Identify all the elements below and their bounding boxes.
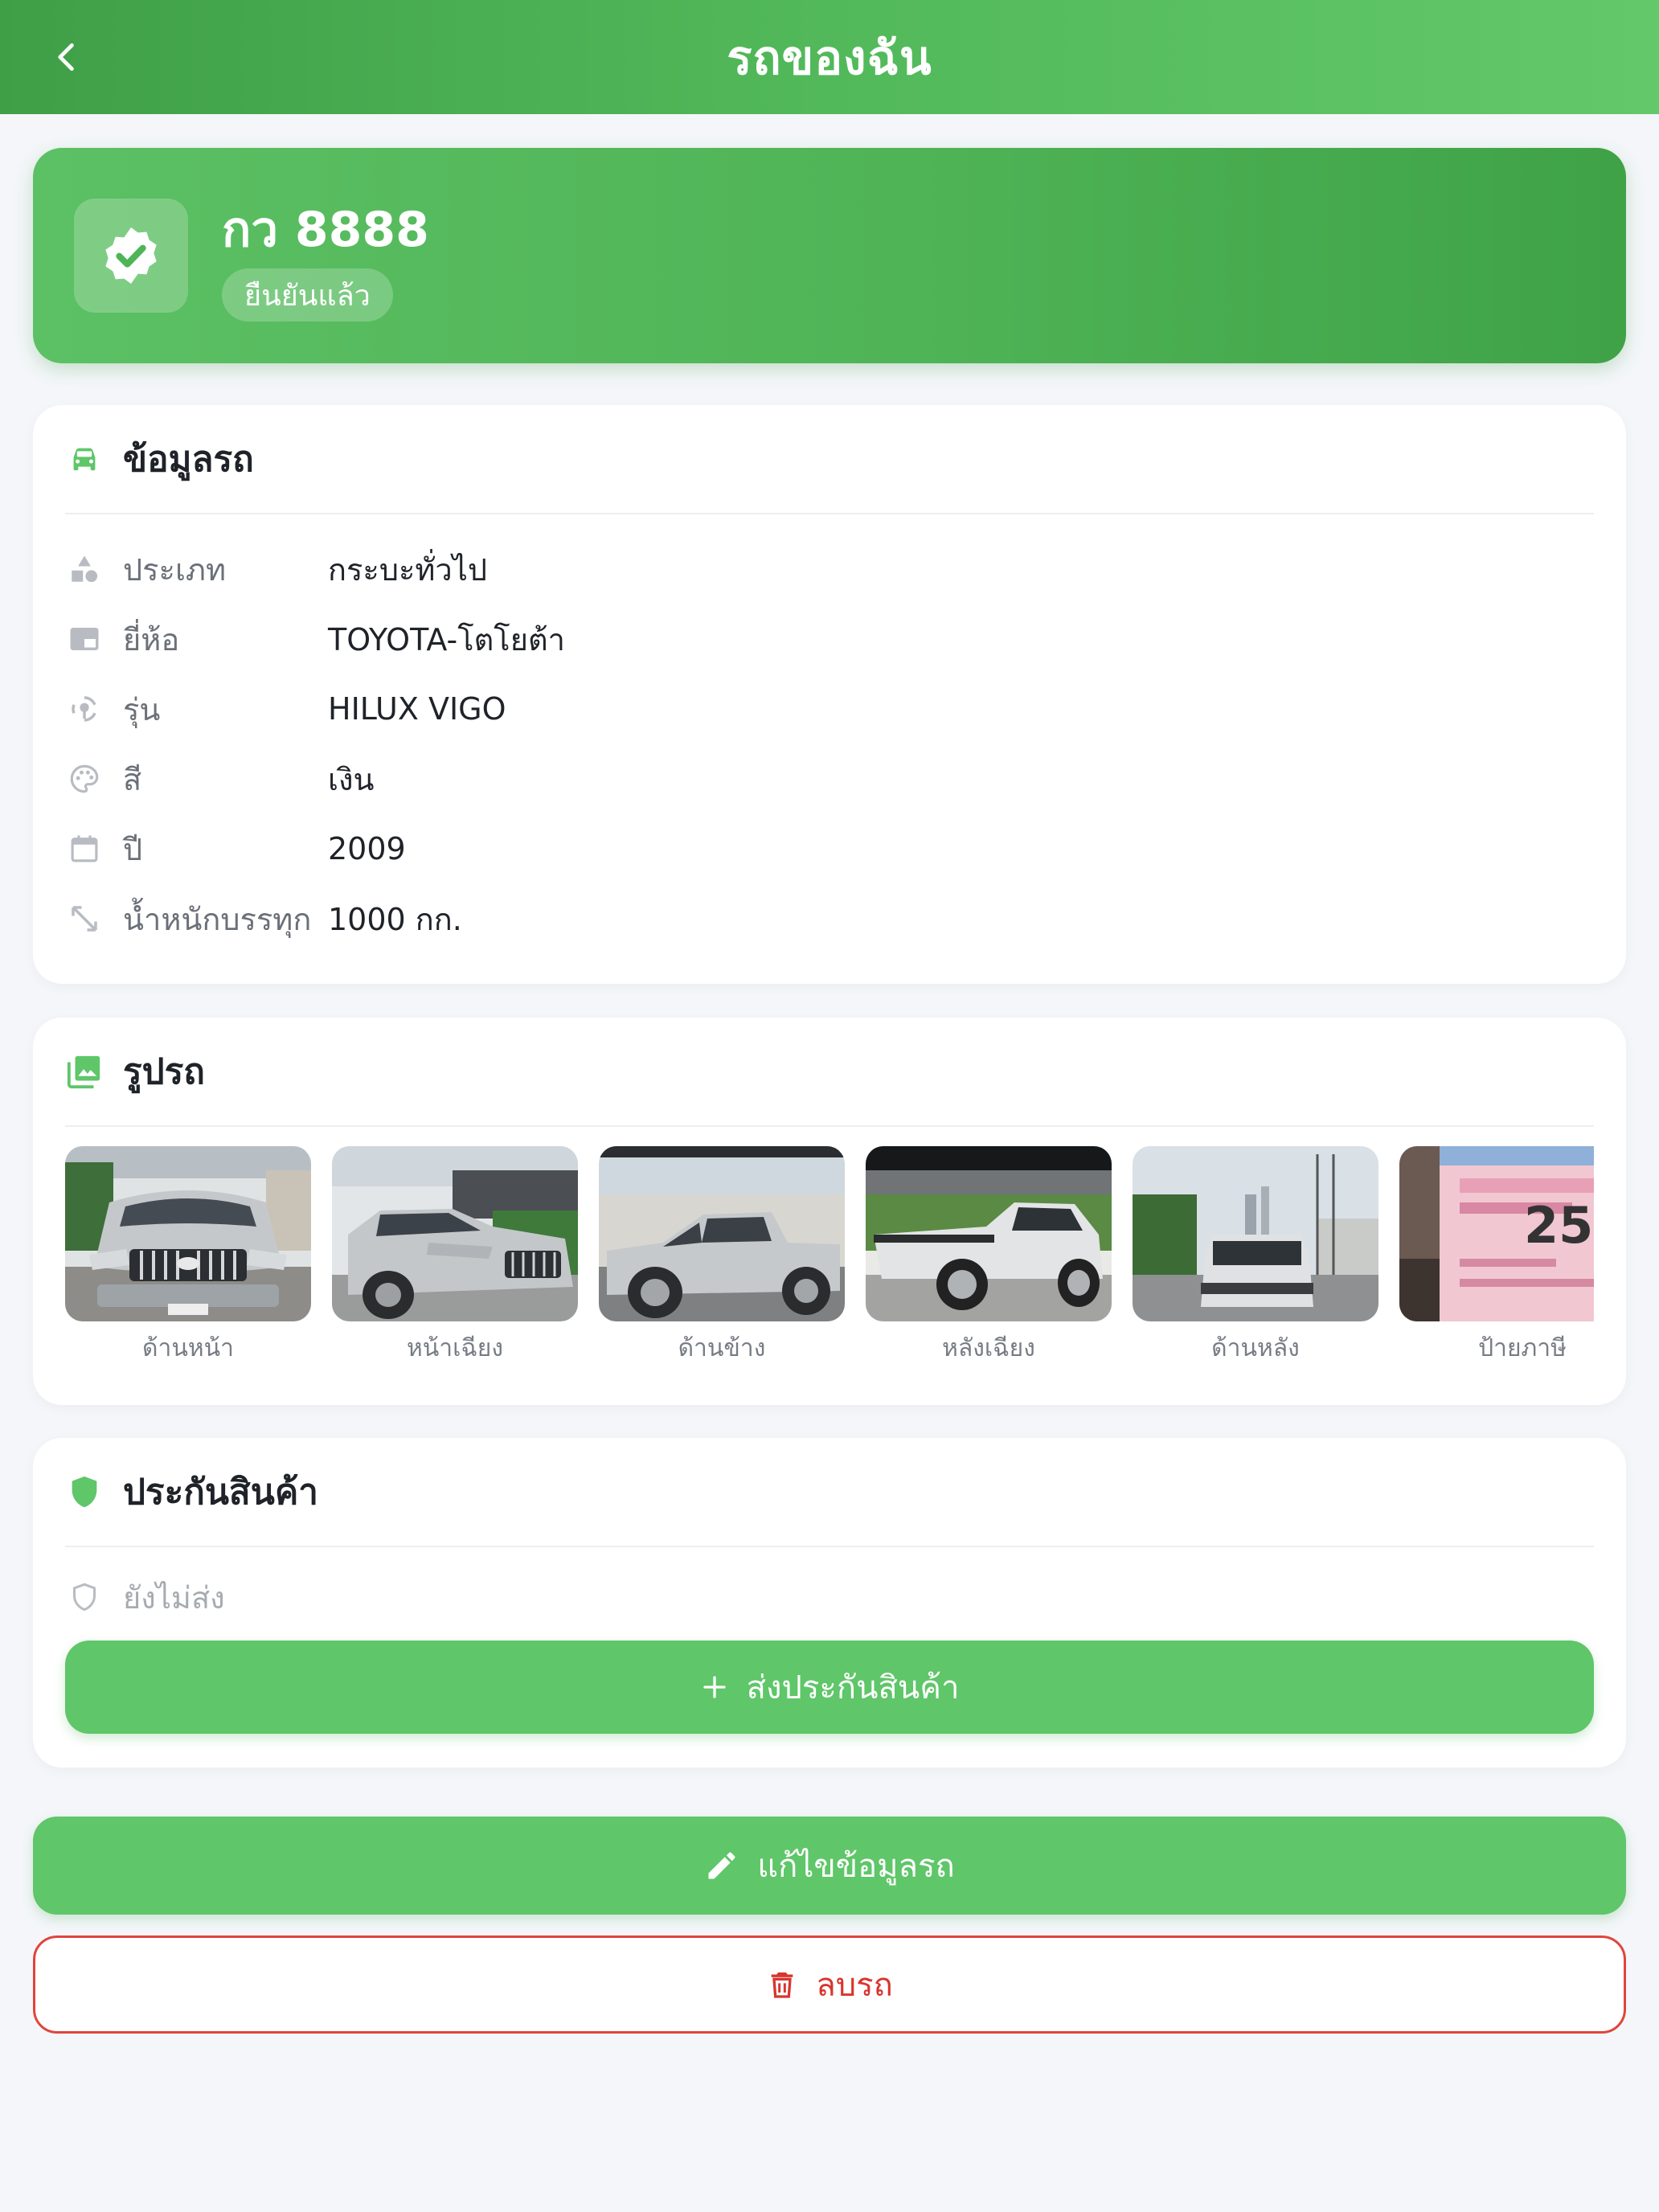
trash-icon bbox=[771, 1972, 793, 1998]
photo-side[interactable]: ด้านข้าง bbox=[599, 1146, 845, 1363]
verified-badge bbox=[74, 199, 188, 313]
info-row-model: รุ่น HILUX VIGO bbox=[65, 677, 506, 741]
car-icon bbox=[73, 448, 96, 471]
info-label: น้ำหนักบรรทุก bbox=[123, 901, 312, 937]
vehicle-photos-card: รูปรถ ด้านหน้า หน้าเฉียง ด้านข้าง หลังเฉ… bbox=[33, 1018, 1626, 1405]
photo-caption: หลังเฉียง bbox=[942, 1334, 1035, 1362]
info-label: ปี bbox=[123, 831, 143, 867]
photo-caption: ป้ายภาษี bbox=[1478, 1334, 1567, 1362]
info-label: สี bbox=[123, 761, 142, 797]
calendar-icon bbox=[71, 835, 98, 862]
svg-text:257: 257 bbox=[1524, 1196, 1594, 1255]
license-plate: กว 8888 bbox=[222, 202, 429, 258]
info-label: รุ่น bbox=[123, 691, 161, 727]
info-row-color: สี เงิน bbox=[65, 747, 375, 811]
photo-strip[interactable]: ด้านหน้า หน้าเฉียง ด้านข้าง หลังเฉียง ด้… bbox=[65, 1146, 1594, 1363]
info-value: 2009 bbox=[328, 831, 406, 866]
vehicle-photo-rear-oblique bbox=[866, 1146, 1112, 1321]
submit-insurance-label: ส่งประกันสินค้า bbox=[746, 1669, 960, 1706]
app-bar: รถของฉัน bbox=[0, 0, 1659, 114]
photo-library-icon bbox=[67, 1055, 100, 1089]
insurance-status-row: ยังไม่ส่ง bbox=[65, 1565, 225, 1629]
photo-front[interactable]: ด้านหน้า bbox=[65, 1146, 311, 1363]
photo-rear[interactable]: ด้านหลัง bbox=[1133, 1146, 1378, 1363]
vehicle-summary-card: กว 8888 ยืนยันแล้ว bbox=[33, 148, 1626, 363]
info-row-capacity: น้ำหนักบรรทุก 1000 กก. bbox=[65, 887, 462, 951]
edit-vehicle-button[interactable]: แก้ไขข้อมูลรถ bbox=[33, 1817, 1626, 1915]
weight-icon bbox=[72, 906, 97, 932]
info-value: HILUX VIGO bbox=[328, 691, 506, 727]
card-header: ข้อมูลรถ bbox=[65, 405, 1594, 514]
card-header: ประกันสินค้า bbox=[65, 1438, 1594, 1547]
vehicle-photo-side bbox=[599, 1146, 845, 1321]
card-title: ประกันสินค้า bbox=[123, 1472, 318, 1513]
vehicle-photo-front bbox=[65, 1146, 311, 1321]
photo-front-oblique[interactable]: หน้าเฉียง bbox=[332, 1146, 578, 1363]
info-value: กระบะทั่วไป bbox=[328, 551, 487, 588]
vehicle-photo-front-oblique bbox=[332, 1146, 578, 1321]
info-row-year: ปี 2009 bbox=[65, 817, 406, 881]
chevron-left-icon bbox=[58, 43, 74, 72]
brand-icon bbox=[70, 628, 99, 650]
insurance-card: ประกันสินค้า ยังไม่ส่ง ส่งประกันสินค้า bbox=[33, 1438, 1626, 1768]
category-icon bbox=[72, 555, 98, 583]
page-title: รถของฉัน bbox=[727, 30, 932, 85]
pencil-icon bbox=[708, 1852, 735, 1879]
delete-vehicle-button[interactable]: ลบรถ bbox=[33, 1936, 1626, 2034]
delete-vehicle-label: ลบรถ bbox=[816, 1967, 893, 2004]
submit-insurance-button[interactable]: ส่งประกันสินค้า bbox=[65, 1641, 1594, 1734]
model-icon bbox=[72, 696, 96, 722]
card-title: ข้อมูลรถ bbox=[123, 439, 254, 480]
vehicle-photo-tax-sticker: 257 bbox=[1399, 1146, 1594, 1321]
card-header: รูปรถ bbox=[65, 1018, 1594, 1127]
status-badge: ยืนยันแล้ว bbox=[222, 268, 393, 322]
photo-caption: ด้านหน้า bbox=[142, 1334, 234, 1362]
info-row-type: ประเภท กระบะทั่วไป bbox=[65, 537, 487, 601]
info-value: เงิน bbox=[328, 761, 375, 797]
verified-badge-icon bbox=[105, 227, 157, 284]
shield-icon bbox=[72, 1476, 97, 1508]
back-button[interactable] bbox=[39, 29, 95, 85]
photo-rear-oblique[interactable]: หลังเฉียง bbox=[866, 1146, 1112, 1363]
vehicle-photo-rear bbox=[1133, 1146, 1378, 1321]
info-value: 1000 กก. bbox=[328, 901, 462, 937]
info-row-brand: ยี่ห้อ TOYOTA-โตโยต้า bbox=[65, 607, 565, 671]
info-label: ยี่ห้อ bbox=[123, 621, 180, 657]
insurance-status: ยังไม่ส่ง bbox=[123, 1579, 225, 1616]
photo-caption: ด้านข้าง bbox=[678, 1334, 766, 1362]
photo-caption: หน้าเฉียง bbox=[406, 1334, 504, 1362]
card-title: รูปรถ bbox=[123, 1051, 205, 1092]
info-value: TOYOTA-โตโยต้า bbox=[328, 621, 566, 657]
palette-icon bbox=[70, 764, 99, 793]
photo-caption: ด้านหลัง bbox=[1211, 1334, 1300, 1362]
shield-outline-icon bbox=[73, 1583, 96, 1612]
plus-icon bbox=[703, 1676, 726, 1698]
edit-vehicle-label: แก้ไขข้อมูลรถ bbox=[757, 1848, 955, 1885]
info-label: ประเภท bbox=[123, 551, 227, 588]
photo-tax-sticker[interactable]: 257 ป้ายภาษี bbox=[1399, 1146, 1594, 1363]
vehicle-info-card: ข้อมูลรถ ประเภท กระบะทั่วไป ยี่ห้อ TOYOT… bbox=[33, 405, 1626, 984]
